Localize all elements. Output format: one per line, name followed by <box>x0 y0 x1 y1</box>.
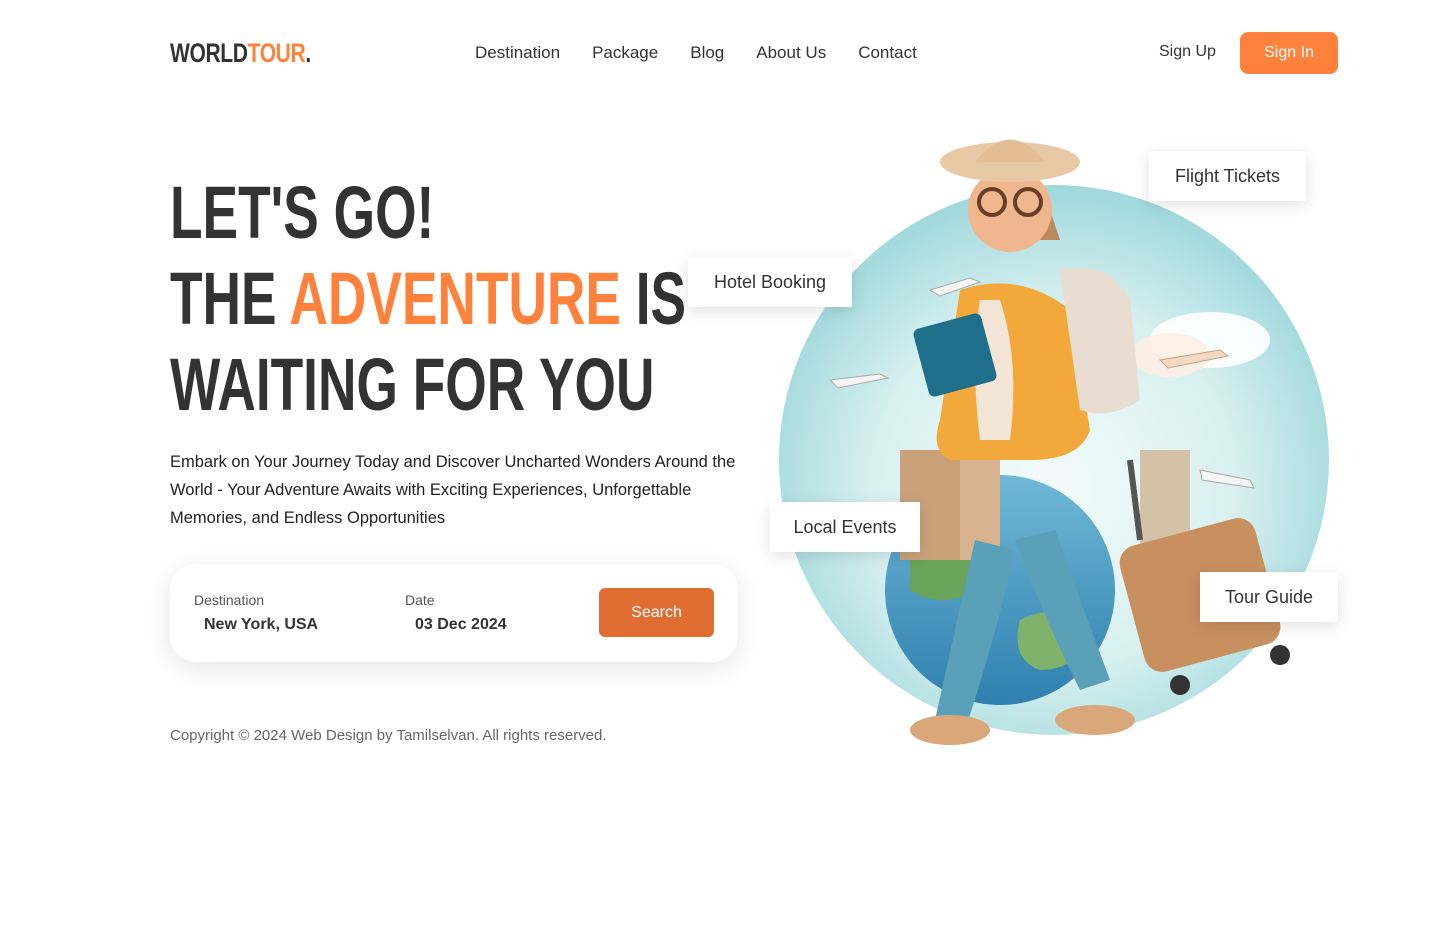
logo[interactable]: WORLDTOUR. <box>170 38 311 69</box>
logo-main: WORLD <box>170 38 248 68</box>
nav-about-us[interactable]: About Us <box>756 43 826 63</box>
search-button[interactable]: Search <box>599 588 714 637</box>
traveler-illustration <box>779 139 1329 745</box>
hero-line-2: THE ADVENTURE IS <box>170 256 686 342</box>
destination-field[interactable]: New York, USA <box>204 616 318 634</box>
sign-up-link[interactable]: Sign Up <box>1159 43 1216 61</box>
copyright-text: Copyright © 2024 Web Design by Tamilselv… <box>170 727 607 744</box>
logo-dot: . <box>305 38 311 68</box>
hotel-booking-tag[interactable]: Hotel Booking <box>688 257 852 307</box>
local-events-tag[interactable]: Local Events <box>770 502 920 552</box>
nav-blog[interactable]: Blog <box>690 43 724 63</box>
destination-label: Destination <box>194 592 265 608</box>
hero-line-3: WAITING FOR YOU <box>170 343 655 426</box>
flight-tickets-tag[interactable]: Flight Tickets <box>1149 151 1306 201</box>
hero-description: Embark on Your Journey Today and Discove… <box>170 453 736 527</box>
nav-contact[interactable]: Contact <box>858 43 917 63</box>
search-panel: Destination New York, USA Date 03 Dec 20… <box>170 564 738 662</box>
date-label: Date <box>405 592 435 608</box>
hero-line-2-end: IS <box>620 257 687 340</box>
logo-accent: TOUR <box>247 38 306 68</box>
hero-accent-word: ADVENTURE <box>289 257 621 340</box>
sign-in-button[interactable]: Sign In <box>1240 32 1338 74</box>
hero-line-2-start: THE <box>170 257 290 340</box>
nav-destination[interactable]: Destination <box>475 43 560 63</box>
tour-guide-tag[interactable]: Tour Guide <box>1200 572 1338 622</box>
main-nav: Destination Package Blog About Us Contac… <box>475 43 917 63</box>
date-field[interactable]: 03 Dec 2024 <box>415 616 507 634</box>
hero-line-1: LET'S GO! <box>170 171 435 254</box>
nav-package[interactable]: Package <box>592 43 658 63</box>
